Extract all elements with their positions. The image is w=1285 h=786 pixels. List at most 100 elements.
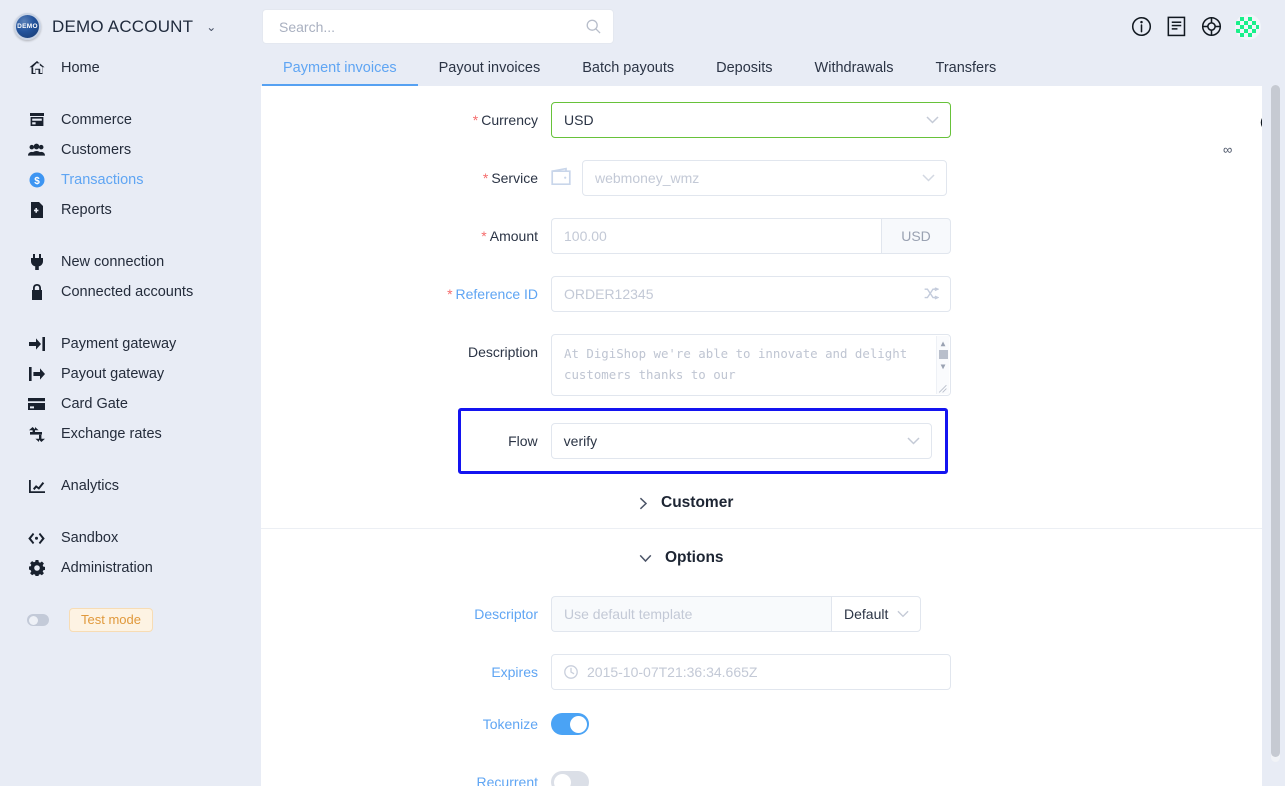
nav-group-analytics: Analytics [0, 471, 261, 501]
sidebar-item-label: Reports [61, 202, 112, 218]
reference-id-placeholder: ORDER12345 [564, 286, 654, 302]
sidebar-item-label: Exchange rates [61, 426, 162, 442]
shuffle-icon[interactable] [924, 287, 939, 301]
lifebuoy-support-icon[interactable] [1200, 16, 1222, 38]
user-avatar[interactable] [1235, 13, 1261, 40]
sidebar-item-reports[interactable]: Reports [0, 195, 261, 225]
required-marker: * [482, 170, 489, 186]
sidebar-item-label: Commerce [61, 112, 132, 128]
tokenize-control [551, 713, 589, 735]
brand-logo-icon: DEMO [14, 13, 41, 40]
amount-currency-suffix: USD [881, 218, 951, 254]
sidebar-item-connected-accounts[interactable]: Connected accounts [0, 277, 261, 307]
chevron-down-icon [639, 554, 652, 563]
sidebar-item-label: Administration [61, 560, 153, 576]
description-textarea[interactable]: At DigiShop we're able to innovate and d… [551, 334, 951, 396]
nav-group-system: Sandbox Administration [0, 523, 261, 583]
required-marker: * [447, 286, 453, 302]
required-marker: * [472, 112, 479, 128]
sidebar-item-home[interactable]: Home [0, 53, 261, 83]
tab-deposits[interactable]: Deposits [695, 60, 793, 87]
descriptor-template-select[interactable]: Default [831, 596, 921, 632]
plug-icon [28, 254, 45, 270]
search-input[interactable] [277, 17, 586, 36]
reference-id-label: * Reference ID [447, 286, 538, 302]
scrollbar-thumb[interactable] [938, 350, 948, 359]
sidebar-item-exchange-rates[interactable]: Exchange rates [0, 419, 261, 449]
sidebar-item-payout-gateway[interactable]: Payout gateway [0, 359, 261, 389]
sidebar-item-label: Payout gateway [61, 366, 165, 382]
page-scrollbar[interactable] [1271, 85, 1280, 762]
tab-batch-payouts[interactable]: Batch payouts [561, 60, 695, 87]
tabs-bar: Payment invoices Payout invoices Batch p… [261, 45, 1285, 87]
description-placeholder: At DigiShop we're able to innovate and d… [564, 346, 908, 382]
customer-section-header[interactable]: Customer [261, 486, 1262, 520]
reference-id-input[interactable]: ORDER12345 [551, 276, 951, 312]
sidebar-item-transactions[interactable]: $ Transactions [0, 165, 261, 195]
sidebar-item-commerce[interactable]: Commerce [0, 105, 261, 135]
sidebar-item-card-gate[interactable]: Card Gate [0, 389, 261, 419]
section-divider [261, 528, 1262, 529]
recurrent-toggle[interactable] [551, 771, 589, 786]
sidebar-item-sandbox[interactable]: Sandbox [0, 523, 261, 553]
flow-highlight-box: Flow verify [458, 408, 948, 474]
sidebar-item-payment-gateway[interactable]: Payment gateway [0, 329, 261, 359]
dollar-circle-icon: $ [28, 172, 45, 188]
tab-withdrawals[interactable]: Withdrawals [794, 60, 915, 87]
tab-payment-invoices[interactable]: Payment invoices [262, 60, 418, 87]
sidebar-item-customers[interactable]: Customers [0, 135, 261, 165]
svg-text:$: $ [34, 176, 40, 187]
expires-placeholder: 2015-10-07T21:36:34.665Z [587, 664, 758, 680]
search-box[interactable] [262, 9, 614, 44]
test-mode-toggle[interactable] [27, 614, 49, 626]
description-control: At DigiShop we're able to innovate and d… [551, 334, 951, 396]
field-row-amount: * Amount 100.00 USD [261, 218, 1262, 254]
sidebar-item-analytics[interactable]: Analytics [0, 471, 261, 501]
service-control: webmoney_wmz [551, 160, 947, 196]
chevron-down-icon: ⌄ [206, 19, 217, 34]
amount-input[interactable]: 100.00 [551, 218, 881, 254]
gear-icon [28, 560, 45, 576]
options-section-header[interactable]: Options [261, 541, 1262, 575]
flow-select[interactable]: verify [550, 423, 932, 459]
field-row-tokenize: Tokenize [261, 713, 1262, 735]
test-mode-row[interactable]: Test mode [0, 605, 261, 635]
description-label: Description [467, 344, 538, 360]
descriptor-input[interactable]: Use default template [551, 596, 831, 632]
tab-transfers[interactable]: Transfers [915, 60, 1018, 87]
recurrent-label: Recurrent [476, 774, 538, 786]
sidebar-item-administration[interactable]: Administration [0, 553, 261, 583]
sidebar-item-label: Analytics [61, 478, 120, 494]
clock-icon [564, 665, 578, 679]
sidebar-item-label: Payment gateway [61, 336, 177, 352]
docs-book-icon[interactable] [1165, 16, 1187, 38]
brand-logo-text: DEMO [17, 23, 38, 30]
customer-section-label: Customer [661, 494, 734, 511]
expires-label: Expires [491, 664, 538, 680]
sidebar-item-label: Connected accounts [61, 284, 194, 300]
tokenize-toggle[interactable] [551, 713, 589, 735]
credit-card-icon [28, 398, 45, 410]
scroll-down-icon[interactable]: ▼ [941, 362, 946, 371]
service-select[interactable]: webmoney_wmz [582, 160, 947, 196]
currency-select[interactable]: USD [551, 102, 951, 138]
page-scrollbar-thumb[interactable] [1271, 85, 1280, 757]
sidebar-item-new-connection[interactable]: New connection [0, 247, 261, 277]
account-switcher[interactable]: DEMO DEMO ACCOUNT ⌄ [0, 0, 261, 53]
service-placeholder: webmoney_wmz [595, 170, 700, 186]
scroll-up-icon[interactable]: ▲ [941, 339, 946, 348]
tab-payout-invoices[interactable]: Payout invoices [418, 60, 562, 87]
field-row-recurrent: Recurrent [261, 771, 1262, 786]
info-icon[interactable] [1130, 16, 1152, 38]
search-icon[interactable] [586, 19, 601, 34]
resize-grip-icon[interactable] [938, 384, 948, 394]
sidebar-item-label: Transactions [61, 172, 144, 188]
expires-input[interactable]: 2015-10-07T21:36:34.665Z [551, 654, 951, 690]
test-mode-badge: Test mode [69, 608, 153, 632]
report-file-icon [28, 202, 45, 218]
invoice-form: * Currency USD ∞ * Service webmoney_wmz … [261, 86, 1262, 786]
